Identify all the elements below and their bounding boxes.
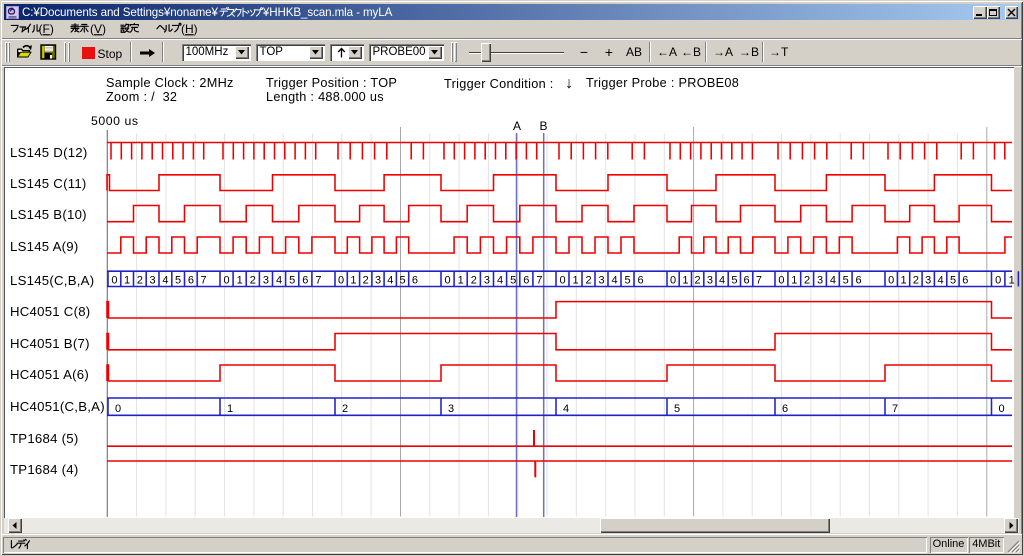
svg-text:1: 1 xyxy=(1009,274,1015,286)
svg-text:3: 3 xyxy=(707,274,713,286)
svg-text:0: 0 xyxy=(224,274,230,286)
svg-text:0: 0 xyxy=(559,274,565,286)
svg-text:1: 1 xyxy=(227,403,233,415)
svg-text:0: 0 xyxy=(670,274,676,286)
svg-text:5: 5 xyxy=(731,274,737,286)
svg-text:1: 1 xyxy=(572,274,578,286)
svg-text:1: 1 xyxy=(350,274,356,286)
svg-text:0: 0 xyxy=(778,274,784,286)
svg-text:5: 5 xyxy=(950,274,956,286)
svg-text:1: 1 xyxy=(458,274,464,286)
svg-text:6: 6 xyxy=(782,403,788,415)
svg-text:1: 1 xyxy=(682,274,688,286)
svg-text:2: 2 xyxy=(342,403,348,415)
svg-text:0: 0 xyxy=(888,274,894,286)
svg-text:4: 4 xyxy=(611,274,617,286)
svg-text:2: 2 xyxy=(363,274,369,286)
svg-text:0: 0 xyxy=(115,403,121,415)
svg-text:6: 6 xyxy=(962,274,968,286)
svg-text:6: 6 xyxy=(302,274,308,286)
svg-text:2: 2 xyxy=(585,274,591,286)
svg-text:3: 3 xyxy=(375,274,381,286)
svg-text:7: 7 xyxy=(756,274,762,286)
svg-text:3: 3 xyxy=(817,274,823,286)
svg-text:4: 4 xyxy=(563,403,569,415)
svg-text:5: 5 xyxy=(510,274,516,286)
svg-text:3: 3 xyxy=(598,274,604,286)
svg-text:2: 2 xyxy=(804,274,810,286)
svg-text:4: 4 xyxy=(497,274,503,286)
svg-text:3: 3 xyxy=(484,274,490,286)
svg-text:6: 6 xyxy=(637,274,643,286)
svg-text:1: 1 xyxy=(124,274,130,286)
svg-text:4: 4 xyxy=(938,274,944,286)
svg-text:7: 7 xyxy=(315,274,321,286)
svg-text:0: 0 xyxy=(338,274,344,286)
svg-text:6: 6 xyxy=(188,274,194,286)
svg-text:0: 0 xyxy=(995,274,1001,286)
svg-text:2: 2 xyxy=(137,274,143,286)
svg-text:6: 6 xyxy=(412,274,418,286)
svg-text:3: 3 xyxy=(925,274,931,286)
svg-text:6: 6 xyxy=(744,274,750,286)
svg-text:2: 2 xyxy=(250,274,256,286)
svg-text:5: 5 xyxy=(674,403,680,415)
svg-text:4: 4 xyxy=(162,274,168,286)
svg-text:2: 2 xyxy=(913,274,919,286)
svg-text:5: 5 xyxy=(289,274,295,286)
svg-text:0: 0 xyxy=(111,274,117,286)
svg-text:5: 5 xyxy=(624,274,630,286)
svg-text:4: 4 xyxy=(276,274,282,286)
svg-text:0: 0 xyxy=(999,403,1005,415)
svg-text:7: 7 xyxy=(201,274,207,286)
svg-text:1: 1 xyxy=(237,274,243,286)
svg-text:6: 6 xyxy=(523,274,529,286)
svg-text:7: 7 xyxy=(892,403,898,415)
svg-text:4: 4 xyxy=(830,274,836,286)
svg-text:0: 0 xyxy=(445,274,451,286)
svg-text:3: 3 xyxy=(150,274,156,286)
svg-text:2: 2 xyxy=(471,274,477,286)
svg-text:3: 3 xyxy=(263,274,269,286)
svg-text:2: 2 xyxy=(695,274,701,286)
svg-text:1: 1 xyxy=(900,274,906,286)
svg-text:5: 5 xyxy=(843,274,849,286)
svg-text:6: 6 xyxy=(856,274,862,286)
svg-text:3: 3 xyxy=(448,403,454,415)
svg-text:5: 5 xyxy=(175,274,181,286)
svg-text:5: 5 xyxy=(400,274,406,286)
svg-text:4: 4 xyxy=(387,274,393,286)
svg-text:7: 7 xyxy=(536,274,542,286)
svg-text:4: 4 xyxy=(719,274,725,286)
svg-text:1: 1 xyxy=(791,274,797,286)
